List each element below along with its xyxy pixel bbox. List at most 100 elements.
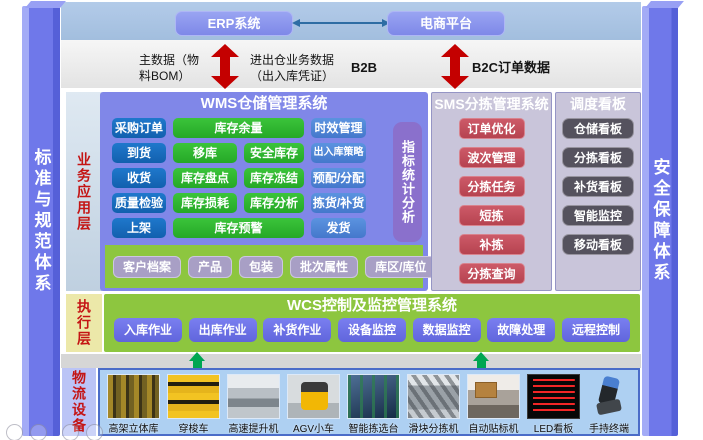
viewer-prev-control-icon[interactable]	[6, 424, 23, 440]
equipment-item: 穿梭车	[167, 374, 220, 435]
layer-execution: 执行层	[66, 294, 102, 352]
wms-masterdata-chip: 包装	[239, 256, 283, 278]
dashboard-items: 仓储看板分拣看板补货看板智能监控移动看板	[556, 118, 640, 255]
equipment-label: 智能拣选台	[349, 420, 399, 435]
wms-module-chip: 发货	[311, 218, 366, 238]
equipment-item: 高速提升机	[227, 374, 280, 435]
red-double-arrow-icon	[441, 44, 469, 89]
wms-kpi-label: 指标统计分析	[398, 140, 417, 224]
dashboard-module-chip: 补货看板	[562, 176, 634, 197]
wms-module-chip: 库存盘点	[173, 168, 237, 188]
green-up-arrow-icon	[473, 352, 490, 369]
wcs-module-chip: 补货作业	[263, 318, 331, 342]
wms-master-data-strip: 客户档案产品包装批次属性库区/库位	[105, 245, 423, 288]
wms-panel: WMS仓储管理系统 采购订单库存余量时效管理到货移库安全库存出入库策略收货库存盘…	[100, 92, 428, 291]
wms-module-chip: 库存分析	[244, 193, 304, 213]
wcs-module-chip: 入库作业	[114, 318, 182, 342]
wms-kpi-side-tab: 指标统计分析	[393, 122, 422, 242]
layer-business-application: 业务应用层	[66, 92, 102, 291]
wcs-module-chip: 远程控制	[562, 318, 630, 342]
sms-panel: SMS分拣管理系统 订单优化波次管理分拣任务短拣补拣分拣查询	[431, 92, 552, 291]
wcs-module-chip: 出库作业	[189, 318, 257, 342]
wcs-items: 入库作业出库作业补货作业设备监控数据监控故障处理远程控制	[104, 317, 640, 342]
external-systems-band	[61, 2, 641, 40]
erp-system-node: ERP系统	[175, 11, 293, 36]
dashboard-title: 调度看板	[556, 93, 640, 115]
wms-module-chip: 库存余量	[173, 118, 304, 138]
layer-execution-label: 执行层	[74, 299, 94, 347]
wms-module-chip: 时效管理	[311, 118, 366, 138]
equipment-photo-agv-icon	[287, 374, 340, 419]
pillar-standards-label: 标准与规范体系	[29, 148, 54, 295]
red-double-arrow-icon	[211, 44, 239, 89]
equipment-item: 智能拣选台	[347, 374, 400, 435]
wms-module-chip: 到货	[112, 143, 166, 163]
wms-module-chip: 采购订单	[112, 118, 166, 138]
equipment-panel: 高架立体库 穿梭车 高速提升机 AGV小车智能拣选台滑块分拣机自动贴标机 LED看板 手持…	[98, 368, 640, 436]
wcs-title: WCS控制及监控管理系统	[104, 294, 640, 317]
flow-label-warehouse-data: 进出仓业务数据（出入库凭证）	[250, 52, 342, 84]
sms-module-chip: 分拣查询	[459, 263, 525, 284]
sms-module-chip: 补拣	[459, 234, 525, 255]
wms-module-chip: 上架	[112, 218, 166, 238]
wms-module-chip: 移库	[173, 143, 237, 163]
architecture-diagram: ERP系统 电商平台 主数据（物料BOM） 进出仓业务数据（出入库凭证） B2B…	[0, 0, 703, 440]
dashboard-module-chip: 移动看板	[562, 234, 634, 255]
wms-masterdata-chip: 库区/库位	[365, 256, 436, 278]
equipment-label: 高速提升机	[229, 420, 279, 435]
wms-grid: 采购订单库存余量时效管理到货移库安全库存出入库策略收货库存盘点库存冻结预配/分配…	[112, 118, 366, 238]
wms-module-chip: 预配/分配	[311, 168, 366, 188]
equipment-photo-labeler-icon	[467, 374, 520, 419]
wms-module-chip: 库存损耗	[173, 193, 237, 213]
equipment-label: 滑块分拣机	[409, 420, 459, 435]
equipment-photo-racking-icon	[107, 374, 160, 419]
equipment-label: 手持终端	[589, 420, 629, 435]
equipment-photo-led-icon	[527, 374, 580, 419]
wms-module-chip: 质量检验	[112, 193, 166, 213]
divider-band	[61, 354, 641, 368]
dashboard-module-chip: 分拣看板	[562, 147, 634, 168]
equipment-item: 滑块分拣机	[407, 374, 460, 435]
wms-masterdata-chip: 客户档案	[113, 256, 181, 278]
equipment-label: AGV小车	[293, 420, 334, 435]
wms-module-chip: 收货	[112, 168, 166, 188]
pillar-standards: 标准与规范体系	[22, 6, 60, 436]
sms-title: SMS分拣管理系统	[432, 93, 551, 115]
wms-masterdata-chip: 产品	[188, 256, 232, 278]
wms-module-chip: 拣货/补货	[311, 193, 366, 213]
sms-items: 订单优化波次管理分拣任务短拣补拣分拣查询	[432, 118, 551, 284]
sms-module-chip: 波次管理	[459, 147, 525, 168]
dashboard-module-chip: 智能监控	[562, 205, 634, 226]
equipment-label: 自动贴标机	[469, 420, 519, 435]
ecommerce-platform-node: 电商平台	[387, 11, 505, 36]
pillar-security: 安全保障体系	[642, 6, 678, 436]
sms-module-chip: 短拣	[459, 205, 525, 226]
wcs-module-chip: 数据监控	[413, 318, 481, 342]
flow-label-b2b: B2B	[351, 60, 377, 76]
viewer-play-control-icon[interactable]	[30, 424, 47, 440]
equipment-item: 高架立体库	[107, 374, 160, 435]
wms-module-chip: 库存冻结	[244, 168, 304, 188]
erp-ecommerce-link-arrow-icon	[299, 22, 383, 24]
wcs-panel: WCS控制及监控管理系统 入库作业出库作业补货作业设备监控数据监控故障处理远程控…	[104, 294, 640, 352]
wcs-module-chip: 故障处理	[487, 318, 555, 342]
equipment-photo-picking-icon	[347, 374, 400, 419]
viewer-next-control-icon[interactable]	[62, 424, 79, 440]
green-up-arrow-icon	[189, 352, 206, 369]
equipment-label: LED看板	[534, 420, 573, 435]
viewer-zoom-control-icon[interactable]	[86, 424, 103, 440]
sms-module-chip: 分拣任务	[459, 176, 525, 197]
equipment-photo-sorter-icon	[407, 374, 460, 419]
sms-module-chip: 订单优化	[459, 118, 525, 139]
wms-module-chip: 库存预警	[173, 218, 304, 238]
equipment-photo-shuttle-icon	[167, 374, 220, 419]
wms-masterdata-chip: 批次属性	[290, 256, 358, 278]
flow-label-master-data: 主数据（物料BOM）	[139, 52, 207, 84]
equipment-item: LED看板	[527, 374, 580, 435]
equipment-photo-hoist-icon	[227, 374, 280, 419]
flow-label-b2c: B2C订单数据	[472, 60, 550, 76]
equipment-label: 高架立体库	[109, 420, 159, 435]
equipment-label: 穿梭车	[179, 420, 209, 435]
layer-business-label: 业务应用层	[74, 152, 94, 232]
equipment-item: 手持终端	[587, 374, 631, 435]
